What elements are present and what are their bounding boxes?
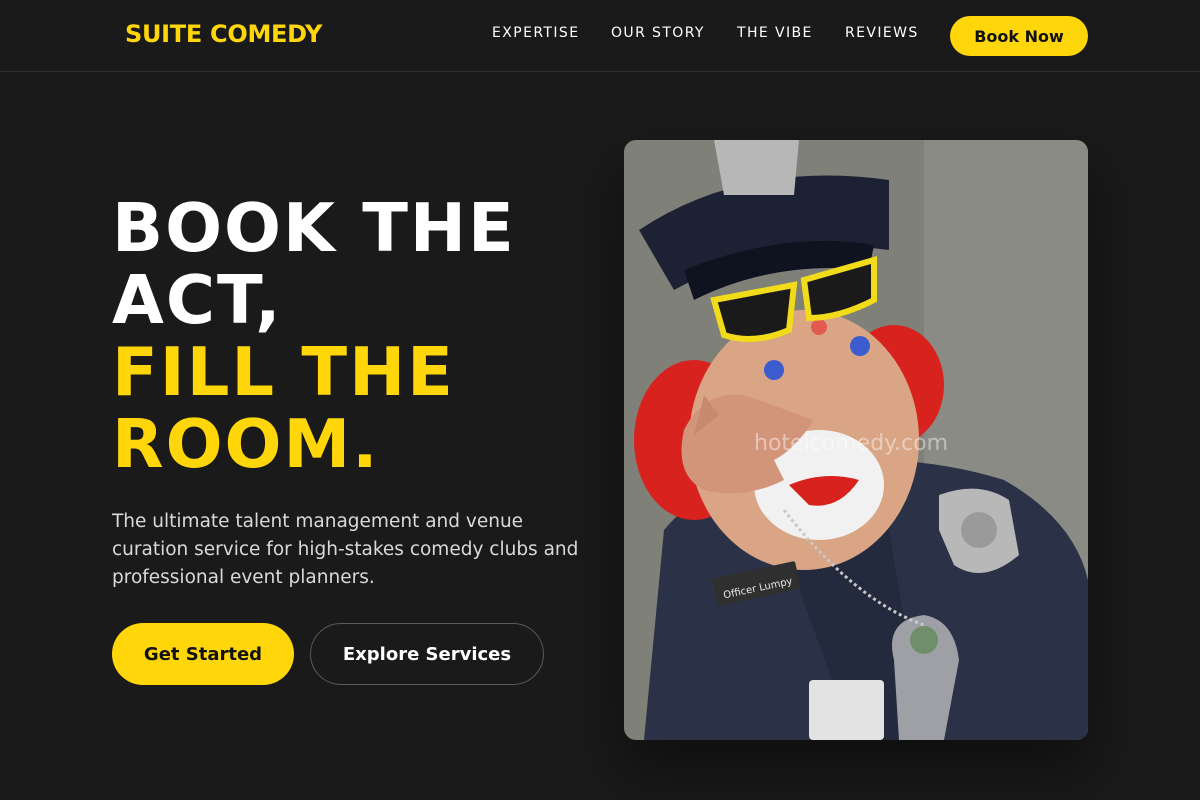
headline-line-yellow: FILL THE ROOM. [112, 333, 455, 483]
hero-headline: BOOK THE ACT, FILL THE ROOM. [112, 192, 612, 480]
site-header: SUITE COMEDY EXPERTISE OUR STORY THE VIB… [0, 0, 1200, 72]
book-now-button[interactable]: Book Now [950, 16, 1088, 56]
hero-photo: Officer Lumpy hotelcomedy.com [624, 140, 1088, 740]
nav-item-reviews[interactable]: REVIEWS [845, 25, 919, 41]
headline-line-white: BOOK THE ACT, [112, 189, 516, 339]
nav-item-the-vibe[interactable]: THE VIBE [737, 25, 813, 41]
explore-services-button[interactable]: Explore Services [310, 623, 544, 685]
nav-item-expertise[interactable]: EXPERTISE [492, 25, 579, 41]
get-started-button[interactable]: Get Started [112, 623, 294, 685]
photo-watermark: hotelcomedy.com [754, 431, 948, 456]
nav-item-our-story[interactable]: OUR STORY [611, 25, 705, 41]
hero-description: The ultimate talent management and venue… [112, 511, 579, 588]
clown-cop-illustration: Officer Lumpy hotelcomedy.com [624, 140, 1088, 740]
